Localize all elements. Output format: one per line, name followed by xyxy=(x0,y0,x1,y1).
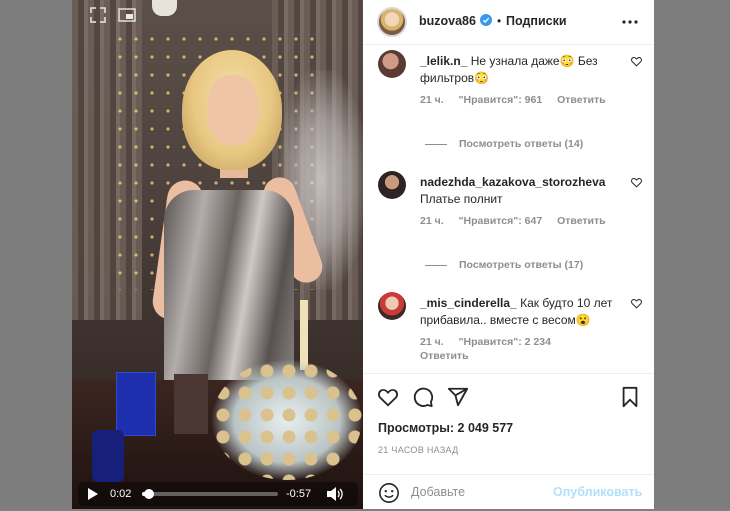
comment-likes[interactable]: "Нравится": 961 xyxy=(459,94,543,106)
author-avatar[interactable] xyxy=(377,7,407,37)
expand-icon[interactable] xyxy=(90,7,106,23)
view-replies-label: Посмотреть ответы (17) xyxy=(459,259,584,271)
view-replies-button[interactable]: Посмотреть ответы (17) xyxy=(425,259,583,271)
header-separator: • xyxy=(497,14,502,28)
reply-button[interactable]: Ответить xyxy=(557,94,606,106)
post-timestamp[interactable]: 21 ЧАСОВ НАЗАД xyxy=(378,445,459,455)
comment-time: 21 ч. xyxy=(420,94,444,106)
reply-button[interactable]: Ответить xyxy=(557,215,606,227)
post-panel: buzova86 • Подписки _lelik.n_ Не узнала … xyxy=(363,0,654,509)
seek-bar-handle[interactable] xyxy=(143,489,154,499)
like-comment-icon[interactable] xyxy=(631,177,642,188)
video-frame-perfume-box xyxy=(116,372,156,436)
comment-meta: 21 ч. "Нравится": 961 Ответить xyxy=(420,94,618,106)
add-comment-bar: Добавьте Опубликовать xyxy=(363,474,654,511)
seek-bar[interactable] xyxy=(142,489,278,499)
view-replies-label: Посмотреть ответы (14) xyxy=(459,138,584,150)
author-username[interactable]: buzova86 xyxy=(419,14,476,28)
comment-likes[interactable]: "Нравится": 647 xyxy=(459,215,543,227)
comment-time: 21 ч. xyxy=(420,215,444,227)
backdrop-left xyxy=(0,0,72,509)
comment-body: _lelik.n_ Не узнала даже😳 Без фильтров😳 xyxy=(420,53,625,87)
replies-divider xyxy=(425,264,447,266)
commenter-avatar[interactable] xyxy=(378,50,406,78)
comment-meta-reply: Ответить xyxy=(420,350,481,362)
comment-meta: 21 ч. "Нравится": 647 Ответить xyxy=(420,215,618,227)
play-button[interactable] xyxy=(82,482,104,506)
like-comment-icon[interactable] xyxy=(631,298,642,309)
comment-username[interactable]: _lelik.n_ xyxy=(420,54,467,68)
comment-likes[interactable]: "Нравится": 2 234 xyxy=(459,336,551,348)
post-actions: Просмотры: 2 049 577 21 ЧАСОВ НАЗАД Доба… xyxy=(363,373,654,510)
remaining-time: -0:57 xyxy=(286,488,312,500)
play-icon xyxy=(88,488,98,500)
post-header: buzova86 • Подписки xyxy=(363,0,654,45)
comment-time: 21 ч. xyxy=(420,336,444,348)
replies-divider xyxy=(425,143,447,145)
video-controls: 0:02 -0:57 xyxy=(78,482,358,506)
comment-username[interactable]: _mis_cinderella_ xyxy=(420,296,517,310)
comment-icon[interactable] xyxy=(412,386,434,408)
verified-badge-icon xyxy=(480,14,492,26)
commenter-avatar[interactable] xyxy=(378,171,406,199)
like-icon[interactable] xyxy=(377,386,399,408)
reply-button[interactable]: Ответить xyxy=(420,350,469,362)
comment-username[interactable]: nadezhda_kazakova_storozheva xyxy=(420,174,625,191)
share-icon[interactable] xyxy=(447,386,469,408)
video-frame-candle xyxy=(300,300,308,370)
current-time: 0:02 xyxy=(110,488,132,500)
comment-text: Платье полнит xyxy=(420,192,503,206)
video-frame-lamp xyxy=(152,0,177,16)
video-frame-perfume-bottle xyxy=(92,430,124,482)
video-player[interactable]: 0:02 -0:57 xyxy=(72,0,363,509)
emoji-icon[interactable] xyxy=(378,482,400,504)
view-replies-button[interactable]: Посмотреть ответы (14) xyxy=(425,138,583,150)
comment-body: _mis_cinderella_ Как будто 10 лет прибав… xyxy=(420,295,625,329)
comment-meta: 21 ч. "Нравится": 2 234 xyxy=(420,336,563,348)
commenter-avatar[interactable] xyxy=(378,292,406,320)
like-comment-icon[interactable] xyxy=(631,56,642,67)
following-button[interactable]: Подписки xyxy=(506,14,567,28)
views-count[interactable]: Просмотры: 2 049 577 xyxy=(378,421,513,435)
volume-icon[interactable] xyxy=(326,486,344,502)
publish-button[interactable]: Опубликовать xyxy=(553,485,642,499)
more-options-icon[interactable] xyxy=(621,14,639,30)
video-frame-face xyxy=(207,75,259,145)
picture-in-picture-icon[interactable] xyxy=(118,8,136,22)
backdrop-right xyxy=(654,0,730,509)
video-frame-wreath xyxy=(212,360,362,480)
comment-body: nadezhda_kazakova_storozheva Платье полн… xyxy=(420,174,625,208)
comment-input[interactable]: Добавьте xyxy=(411,485,465,499)
video-frame-perfume-box xyxy=(174,374,208,434)
save-bookmark-icon[interactable] xyxy=(619,386,641,408)
